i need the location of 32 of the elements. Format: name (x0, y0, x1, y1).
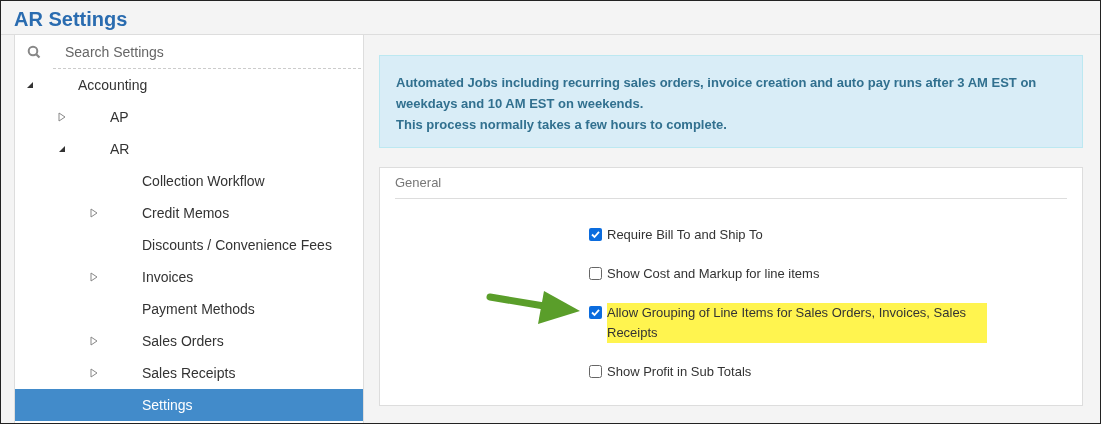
tree-item[interactable]: Sales Orders (15, 325, 363, 357)
tree-item[interactable]: Payment Methods (15, 293, 363, 325)
search-field[interactable]: Search Settings (53, 35, 361, 69)
tree-item[interactable]: Settings (15, 389, 363, 421)
tree-item[interactable]: AR (15, 133, 363, 165)
collapsed-arrow-icon[interactable] (90, 336, 98, 346)
tree-item[interactable]: Discounts / Convenience Fees (15, 229, 363, 261)
tree-item[interactable]: Invoices (15, 261, 363, 293)
collapsed-arrow-icon[interactable] (90, 368, 98, 378)
option-label[interactable]: Allow Grouping of Line Items for Sales Orders, Invoices, Sales Receipts (607, 303, 987, 343)
tree-item[interactable]: AP (15, 101, 363, 133)
tree-item[interactable]: Credit Memos (15, 197, 363, 229)
option-label[interactable]: Require Bill To and Ship To (607, 225, 763, 245)
collapsed-arrow-icon[interactable] (58, 112, 66, 122)
checkbox[interactable] (589, 228, 602, 241)
info-text: Automated Jobs including recurring sales orders, invoice creation and auto pay runs after 3 AM EST on weekdays and 10 AM EST on weekends. (396, 74, 1038, 113)
expanded-arrow-icon[interactable] (58, 145, 66, 153)
option-label[interactable]: Show Profit in Sub Totals (607, 362, 752, 382)
search-icon (27, 45, 41, 59)
expanded-arrow-icon[interactable] (26, 81, 34, 89)
tree-item[interactable]: Accounting (15, 69, 363, 101)
collapsed-arrow-icon[interactable] (90, 272, 98, 282)
collapsed-arrow-icon[interactable] (90, 208, 98, 218)
checkbox[interactable] (589, 267, 602, 280)
tree-item[interactable]: Collection Workflow (15, 165, 363, 197)
section-title: General (395, 173, 442, 192)
tree-item[interactable]: Sales Receipts (15, 357, 363, 389)
option-label[interactable]: Show Cost and Markup for line items (607, 264, 820, 284)
checkbox[interactable] (589, 306, 602, 319)
info-text: This process normally takes a few hours to complete. (396, 116, 728, 134)
checkbox[interactable] (589, 365, 602, 378)
window-title: AR Settings (13, 7, 129, 32)
